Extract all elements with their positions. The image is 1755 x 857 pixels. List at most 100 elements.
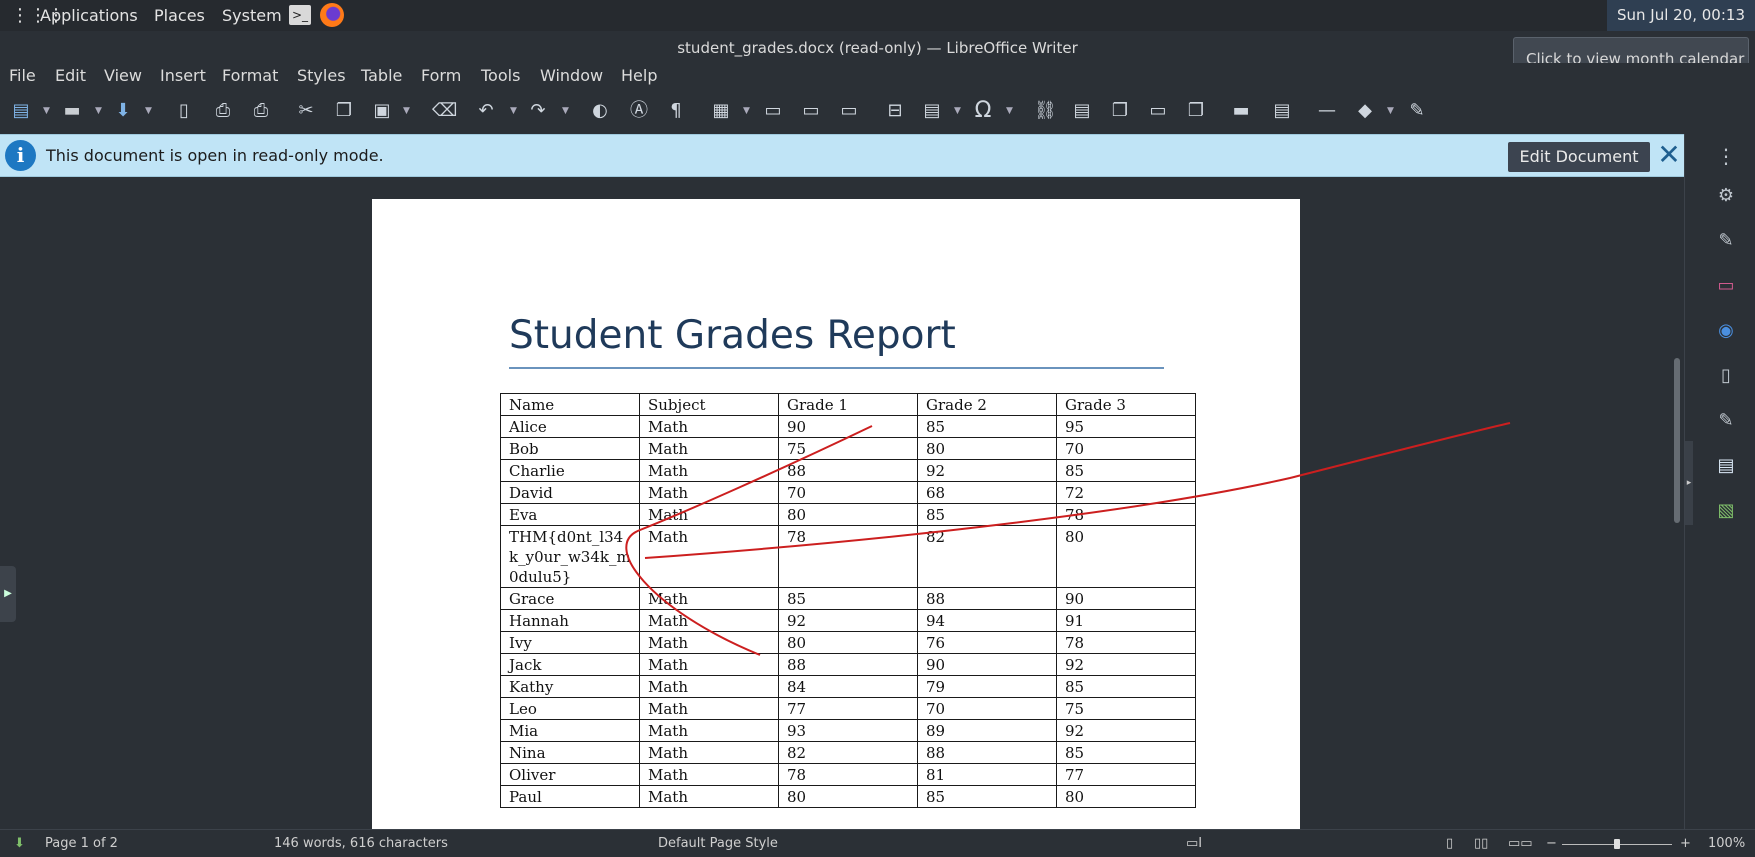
insert-field-icon[interactable]: ▤ [922, 101, 942, 121]
table-cell[interactable]: 75 [778, 437, 918, 460]
table-cell[interactable]: Nina [500, 741, 640, 764]
table-cell[interactable]: 80 [917, 437, 1057, 460]
table-cell[interactable]: Math [639, 697, 779, 720]
table-cell[interactable]: Jack [500, 653, 640, 676]
table-cell[interactable]: 82 [778, 741, 918, 764]
chevron-down-icon[interactable]: ▼ [1006, 106, 1013, 116]
insert-chart-icon[interactable]: ▭ [801, 101, 821, 121]
table-row[interactable]: Mia Math 93 89 92 [500, 719, 1196, 742]
table-cell[interactable]: 90 [917, 653, 1057, 676]
table-cell[interactable]: Math [639, 719, 779, 742]
table-cell[interactable]: 85 [1056, 675, 1196, 698]
table-cell[interactable]: Oliver [500, 763, 640, 786]
chevron-down-icon[interactable]: ▼ [403, 106, 410, 116]
table-row[interactable]: Eva Math 80 85 78 [500, 503, 1196, 526]
menu-file[interactable]: File [9, 66, 36, 85]
table-cell[interactable]: 88 [917, 741, 1057, 764]
table-cell[interactable]: 76 [917, 631, 1057, 654]
zoom-level[interactable]: 100% [1708, 836, 1745, 851]
table-cell[interactable]: 79 [917, 675, 1057, 698]
table-cell[interactable]: 92 [1056, 653, 1196, 676]
style-inspector-icon[interactable]: ✎ [1714, 409, 1738, 433]
track-changes-icon[interactable]: ▤ [1272, 101, 1292, 121]
table-cell[interactable]: 80 [778, 785, 918, 808]
table-cell[interactable]: 78 [778, 763, 918, 786]
table-cell[interactable]: 93 [778, 719, 918, 742]
styles-icon[interactable]: ✎ [1714, 229, 1738, 253]
table-cell[interactable]: 80 [1056, 785, 1196, 808]
menu-help[interactable]: Help [621, 66, 657, 85]
table-header-cell[interactable]: Name [500, 393, 640, 416]
navigator-toggle-handle[interactable]: ▶ [0, 566, 16, 622]
menu-insert[interactable]: Insert [160, 66, 206, 85]
basic-shapes-icon[interactable]: ◆ [1355, 101, 1375, 121]
table-cell[interactable]: Math [639, 525, 779, 588]
table-cell[interactable]: 95 [1056, 415, 1196, 438]
table-cell[interactable]: 88 [778, 653, 918, 676]
applications-menu[interactable]: Applications [40, 6, 138, 25]
table-cell[interactable]: Math [639, 609, 779, 632]
book-view-icon[interactable]: ▭▭ [1508, 836, 1533, 851]
table-cell[interactable]: Eva [500, 503, 640, 526]
bookmark-icon[interactable]: ▭ [1148, 101, 1168, 121]
chevron-down-icon[interactable]: ▼ [743, 106, 750, 116]
new-document-icon[interactable]: ▤ [11, 101, 31, 121]
table-header-cell[interactable]: Grade 3 [1056, 393, 1196, 416]
page-style[interactable]: Default Page Style [658, 836, 778, 851]
table-cell[interactable]: 78 [1056, 631, 1196, 654]
table-row[interactable]: Bob Math 75 80 70 [500, 437, 1196, 460]
page-count[interactable]: Page 1 of 2 [45, 836, 118, 851]
table-cell[interactable]: Math [639, 763, 779, 786]
table-row[interactable]: Charlie Math 88 92 85 [500, 459, 1196, 482]
table-row[interactable]: Grace Math 85 88 90 [500, 587, 1196, 610]
table-cell[interactable]: Math [639, 675, 779, 698]
chevron-down-icon[interactable]: ▼ [145, 106, 152, 116]
menu-format[interactable]: Format [222, 66, 278, 85]
table-cell[interactable]: 85 [917, 415, 1057, 438]
table-row[interactable]: Nina Math 82 88 85 [500, 741, 1196, 764]
zoom-slider-knob[interactable] [1614, 839, 1620, 849]
table-cell[interactable]: 92 [1056, 719, 1196, 742]
table-header-cell[interactable]: Grade 2 [917, 393, 1057, 416]
table-cell[interactable]: Math [639, 785, 779, 808]
table-row[interactable]: THM{d0nt_l34k_y0ur_w34k_m0dulu5} Math 78 82… [500, 525, 1196, 588]
insert-image-icon[interactable]: ▭ [763, 101, 783, 121]
table-cell[interactable]: Paul [500, 785, 640, 808]
table-cell[interactable]: 88 [917, 587, 1057, 610]
table-cell[interactable]: 90 [1056, 587, 1196, 610]
table-cell[interactable]: 80 [1056, 525, 1196, 588]
spelling-icon[interactable]: Ⓐ [629, 101, 649, 121]
table-cell[interactable]: Math [639, 459, 779, 482]
table-cell[interactable]: 80 [778, 503, 918, 526]
multi-page-view-icon[interactable]: ▯▯ [1474, 836, 1488, 851]
table-cell[interactable]: Math [639, 415, 779, 438]
firefox-icon[interactable] [320, 3, 344, 27]
hyperlink-icon[interactable]: ⛓ [1034, 101, 1057, 121]
table-row[interactable]: Kathy Math 84 79 85 [500, 675, 1196, 698]
endnote-icon[interactable]: ❐ [1110, 101, 1130, 121]
footnote-icon[interactable]: ▤ [1072, 101, 1092, 121]
table-cell[interactable]: 72 [1056, 481, 1196, 504]
table-row[interactable]: Jack Math 88 90 92 [500, 653, 1196, 676]
table-cell[interactable]: 81 [917, 763, 1057, 786]
menu-tools[interactable]: Tools [481, 66, 520, 85]
clock[interactable]: Sun Jul 20, 00:13 [1606, 0, 1755, 31]
navigator-icon[interactable]: ◉ [1714, 319, 1738, 343]
print-direct-icon[interactable]: ⎙ [251, 101, 271, 121]
menu-window[interactable]: Window [540, 66, 603, 85]
table-cell[interactable]: David [500, 481, 640, 504]
table-cell[interactable]: 90 [778, 415, 918, 438]
design-icon[interactable]: ▧ [1714, 499, 1738, 523]
document-canvas[interactable]: Student Grades Report Name Subject Grade 1… [0, 177, 1684, 829]
zoom-in-button[interactable]: + [1680, 836, 1691, 851]
table-cell[interactable]: 88 [778, 459, 918, 482]
table-cell[interactable]: Alice [500, 415, 640, 438]
terminal-icon[interactable]: >_ [289, 5, 311, 25]
undo-icon[interactable]: ↶ [476, 101, 496, 121]
sidebar-collapse-handle[interactable]: ▸ [1685, 441, 1693, 525]
table-cell[interactable]: 92 [778, 609, 918, 632]
insert-table-icon[interactable]: ▦ [711, 101, 731, 121]
table-header-cell[interactable]: Grade 1 [778, 393, 918, 416]
table-cell[interactable]: 80 [778, 631, 918, 654]
table-cell[interactable]: Math [639, 653, 779, 676]
